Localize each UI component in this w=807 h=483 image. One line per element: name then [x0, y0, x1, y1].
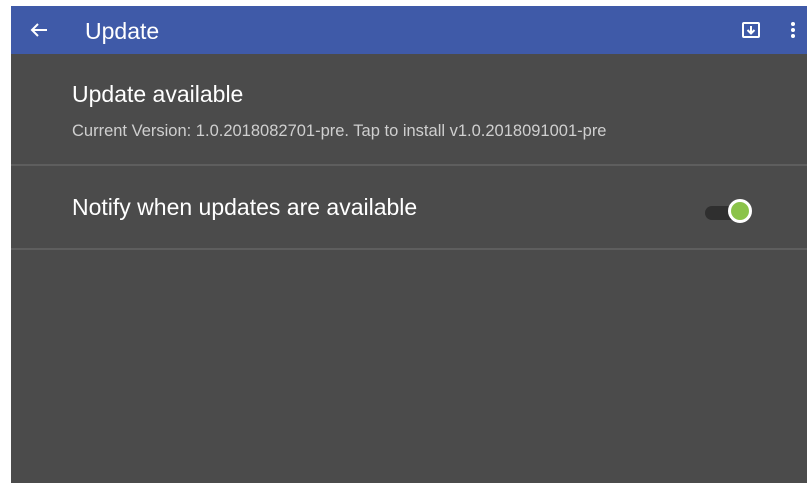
- toggle-thumb: [728, 199, 752, 223]
- arrow-left-icon: [30, 23, 47, 37]
- update-available-item[interactable]: Update available Current Version: 1.0.20…: [11, 54, 807, 164]
- update-available-summary: Current Version: 1.0.2018082701-pre. Tap…: [72, 122, 607, 140]
- notify-updates-item[interactable]: Notify when updates are available: [11, 166, 807, 248]
- page-title: Update: [85, 18, 160, 44]
- more-vert-icon: [791, 22, 795, 38]
- install-update-button[interactable]: [739, 18, 763, 42]
- update-available-title: Update available: [72, 81, 244, 107]
- divider: [11, 248, 807, 250]
- back-button[interactable]: [25, 16, 53, 44]
- app-bar: Update: [11, 6, 807, 54]
- system-update-icon: [742, 22, 760, 38]
- settings-screen: Update Update available Current Version:…: [11, 6, 807, 483]
- notify-updates-title: Notify when updates are available: [72, 194, 418, 220]
- notify-updates-toggle[interactable]: [703, 197, 759, 229]
- overflow-menu-button[interactable]: [785, 18, 801, 42]
